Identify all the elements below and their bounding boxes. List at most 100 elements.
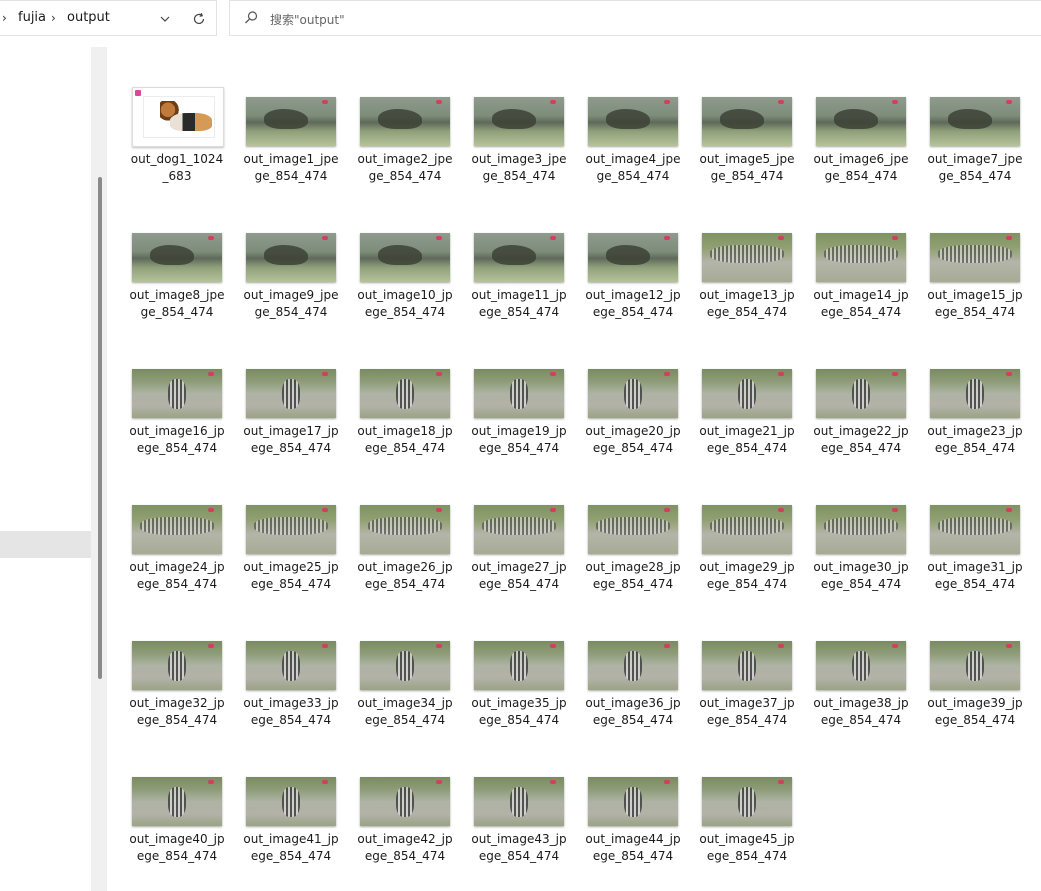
search-input[interactable]: 搜索"output" bbox=[270, 11, 345, 28]
file-name: out_image16_jp ege_854_474 bbox=[129, 424, 225, 455]
file-item[interactable]: out_image14_jp ege_854_474 bbox=[791, 223, 909, 333]
breadcrumb-item-fujia[interactable]: fujia bbox=[18, 10, 46, 25]
file-item[interactable]: out_image42_jp ege_854_474 bbox=[335, 767, 453, 877]
file-item[interactable]: out_image8_jpe ge_854_474 bbox=[107, 223, 225, 333]
chevron-right-icon[interactable]: › bbox=[2, 11, 7, 25]
file-item[interactable]: out_image7_jpe ge_854_474 bbox=[905, 87, 1023, 197]
file-name: out_image9_jpe ge_854_474 bbox=[243, 288, 339, 319]
search-icon bbox=[245, 11, 258, 24]
file-name: out_image38_jp ege_854_474 bbox=[813, 696, 909, 727]
file-item[interactable]: out_image34_jp ege_854_474 bbox=[335, 631, 453, 741]
file-name: out_image15_jp ege_854_474 bbox=[927, 288, 1023, 319]
search-box[interactable]: 搜索"output" bbox=[229, 0, 1041, 36]
file-item[interactable]: out_image3_jpe ge_854_474 bbox=[449, 87, 567, 197]
file-item[interactable]: out_image37_jp ege_854_474 bbox=[677, 631, 795, 741]
file-thumbnail bbox=[132, 505, 222, 554]
file-name: out_image18_jp ege_854_474 bbox=[357, 424, 453, 455]
file-item[interactable]: out_image12_jp ege_854_474 bbox=[563, 223, 681, 333]
file-name: out_dog1_1024 _683 bbox=[130, 152, 224, 183]
file-name: out_image17_jp ege_854_474 bbox=[243, 424, 339, 455]
file-item[interactable]: out_image22_jp ege_854_474 bbox=[791, 359, 909, 469]
file-thumbnail bbox=[246, 641, 336, 690]
file-item[interactable]: out_image32_jp ege_854_474 bbox=[107, 631, 225, 741]
file-thumbnail bbox=[702, 233, 792, 282]
file-name: out_image32_jp ege_854_474 bbox=[129, 696, 225, 727]
file-item[interactable]: out_image13_jp ege_854_474 bbox=[677, 223, 795, 333]
file-item[interactable]: out_image21_jp ege_854_474 bbox=[677, 359, 795, 469]
file-name: out_image23_jp ege_854_474 bbox=[927, 424, 1023, 455]
file-item[interactable]: out_image16_jp ege_854_474 bbox=[107, 359, 225, 469]
file-item[interactable]: out_dog1_1024 _683 bbox=[107, 87, 224, 197]
file-item[interactable]: out_image2_jpe ge_854_474 bbox=[335, 87, 453, 197]
file-item[interactable]: out_image38_jp ege_854_474 bbox=[791, 631, 909, 741]
file-name: out_image28_jp ege_854_474 bbox=[585, 560, 681, 591]
file-item[interactable]: out_image39_jp ege_854_474 bbox=[905, 631, 1023, 741]
file-thumbnail bbox=[588, 233, 678, 282]
file-name: out_image35_jp ege_854_474 bbox=[471, 696, 567, 727]
file-item[interactable]: out_image28_jp ege_854_474 bbox=[563, 495, 681, 605]
file-name: out_image11_jp ege_854_474 bbox=[471, 288, 567, 319]
file-item[interactable]: out_image10_jp ege_854_474 bbox=[335, 223, 453, 333]
file-item[interactable]: out_image18_jp ege_854_474 bbox=[335, 359, 453, 469]
file-thumbnail bbox=[360, 97, 450, 146]
file-item[interactable]: out_image35_jp ege_854_474 bbox=[449, 631, 567, 741]
file-item[interactable]: out_image9_jpe ge_854_474 bbox=[221, 223, 339, 333]
file-thumbnail bbox=[246, 505, 336, 554]
file-item[interactable]: out_image1_jpe ge_854_474 bbox=[221, 87, 339, 197]
file-thumbnail bbox=[132, 641, 222, 690]
file-name: out_image27_jp ege_854_474 bbox=[471, 560, 567, 591]
file-item[interactable]: out_image44_jp ege_854_474 bbox=[563, 767, 681, 877]
file-item[interactable]: out_image4_jpe ge_854_474 bbox=[563, 87, 681, 197]
file-thumbnail bbox=[246, 369, 336, 418]
file-thumbnail bbox=[588, 505, 678, 554]
file-thumbnail bbox=[816, 369, 906, 418]
file-name: out_image25_jp ege_854_474 bbox=[243, 560, 339, 591]
file-item[interactable]: out_image23_jp ege_854_474 bbox=[905, 359, 1023, 469]
file-item[interactable]: out_image24_jp ege_854_474 bbox=[107, 495, 225, 605]
refresh-icon[interactable] bbox=[187, 7, 211, 31]
file-item[interactable]: out_image40_jp ege_854_474 bbox=[107, 767, 225, 877]
file-item[interactable]: out_image33_jp ege_854_474 bbox=[221, 631, 339, 741]
file-name: out_image4_jpe ge_854_474 bbox=[585, 152, 681, 183]
file-item[interactable]: out_image15_jp ege_854_474 bbox=[905, 223, 1023, 333]
file-item[interactable]: out_image43_jp ege_854_474 bbox=[449, 767, 567, 877]
nav-pane-selected-item[interactable] bbox=[0, 531, 91, 558]
breadcrumb-item-output[interactable]: output bbox=[67, 10, 110, 25]
file-thumbnail bbox=[816, 97, 906, 146]
file-item[interactable]: out_image41_jp ege_854_474 bbox=[221, 767, 339, 877]
file-item[interactable]: out_image29_jp ege_854_474 bbox=[677, 495, 795, 605]
file-name: out_image1_jpe ge_854_474 bbox=[243, 152, 339, 183]
file-name: out_image10_jp ege_854_474 bbox=[357, 288, 453, 319]
file-thumbnail bbox=[588, 97, 678, 146]
file-item[interactable]: out_image27_jp ege_854_474 bbox=[449, 495, 567, 605]
file-thumbnail bbox=[930, 641, 1020, 690]
file-thumbnail bbox=[930, 233, 1020, 282]
file-grid: out_dog1_1024 _683 out_image1_jpe ge_854_47… bbox=[107, 47, 1041, 891]
file-item[interactable]: out_image25_jp ege_854_474 bbox=[221, 495, 339, 605]
file-item[interactable]: out_image11_jp ege_854_474 bbox=[449, 223, 567, 333]
file-item[interactable]: out_image45_jp ege_854_474 bbox=[677, 767, 795, 877]
chevron-down-icon[interactable] bbox=[153, 7, 177, 31]
file-item[interactable]: out_image17_jp ege_854_474 bbox=[221, 359, 339, 469]
file-thumbnail bbox=[360, 369, 450, 418]
file-item[interactable]: out_image20_jp ege_854_474 bbox=[563, 359, 681, 469]
chevron-right-icon[interactable]: › bbox=[51, 11, 56, 25]
file-thumbnail bbox=[474, 505, 564, 554]
file-thumbnail bbox=[360, 777, 450, 826]
nav-scrollbar-thumb[interactable] bbox=[98, 177, 102, 679]
file-item[interactable]: out_image19_jp ege_854_474 bbox=[449, 359, 567, 469]
file-item[interactable]: out_image36_jp ege_854_474 bbox=[563, 631, 681, 741]
file-item[interactable]: out_image30_jp ege_854_474 bbox=[791, 495, 909, 605]
file-name: out_image44_jp ege_854_474 bbox=[585, 832, 681, 863]
navigation-pane[interactable] bbox=[0, 47, 91, 891]
file-name: out_image8_jpe ge_854_474 bbox=[129, 288, 225, 319]
file-item[interactable]: out_image6_jpe ge_854_474 bbox=[791, 87, 909, 197]
file-item[interactable]: out_image5_jpe ge_854_474 bbox=[677, 87, 795, 197]
file-name: out_image34_jp ege_854_474 bbox=[357, 696, 453, 727]
file-name: out_image33_jp ege_854_474 bbox=[243, 696, 339, 727]
file-item[interactable]: out_image31_jp ege_854_474 bbox=[905, 495, 1023, 605]
file-name: out_image36_jp ege_854_474 bbox=[585, 696, 681, 727]
file-item[interactable]: out_image26_jp ege_854_474 bbox=[335, 495, 453, 605]
address-bar[interactable]: › fujia › output bbox=[0, 0, 217, 36]
file-name: out_image7_jpe ge_854_474 bbox=[927, 152, 1023, 183]
